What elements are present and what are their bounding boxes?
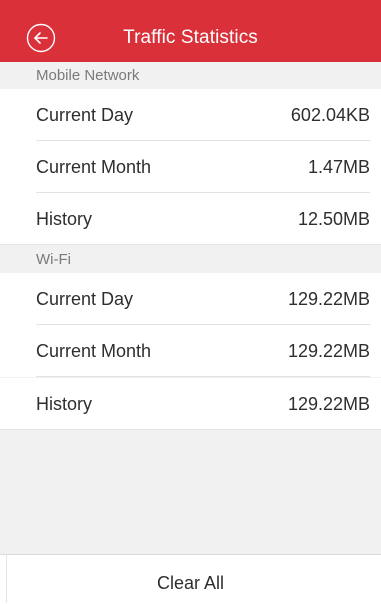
- row-label: Current Month: [36, 341, 152, 361]
- row-value: 1.47MB: [307, 157, 370, 177]
- row-value: 602.04KB: [290, 105, 370, 125]
- row-label: Current Day: [36, 105, 134, 125]
- mobile-current-month-row: Current Month 1.47MB: [0, 141, 381, 193]
- app-header: Traffic Statistics: [0, 0, 381, 62]
- mobile-history-row: History 12.50MB: [0, 193, 381, 245]
- mobile-current-day-row: Current Day 602.04KB: [0, 89, 381, 141]
- row-value: 129.22MB: [287, 394, 370, 414]
- wifi-history-row: History 129.22MB: [0, 378, 381, 430]
- section-header-mobile-network: Mobile Network: [0, 62, 381, 89]
- row-label: History: [36, 394, 93, 414]
- row-divider: [0, 429, 381, 430]
- row-value: 12.50MB: [297, 209, 370, 229]
- footer-edge-divider: [6, 555, 7, 603]
- clear-all-button[interactable]: Clear All: [0, 570, 381, 596]
- section-title: Mobile Network: [36, 67, 140, 84]
- section-title: Wi-Fi: [36, 251, 71, 268]
- footer-bar: Clear All: [0, 554, 381, 604]
- wifi-current-day-row: Current Day 129.22MB: [0, 273, 381, 325]
- row-label: History: [36, 209, 93, 229]
- section-header-wifi: Wi-Fi: [0, 246, 381, 273]
- page-title: Traffic Statistics: [123, 27, 258, 48]
- wifi-current-month-row: Current Month 129.22MB: [0, 325, 381, 377]
- empty-area: [0, 431, 381, 554]
- row-label: Current Month: [36, 157, 152, 177]
- row-divider: [36, 376, 370, 377]
- row-label: Current Day: [36, 289, 134, 309]
- row-divider: [0, 244, 381, 245]
- row-value: 129.22MB: [287, 289, 370, 309]
- row-value: 129.22MB: [287, 341, 370, 361]
